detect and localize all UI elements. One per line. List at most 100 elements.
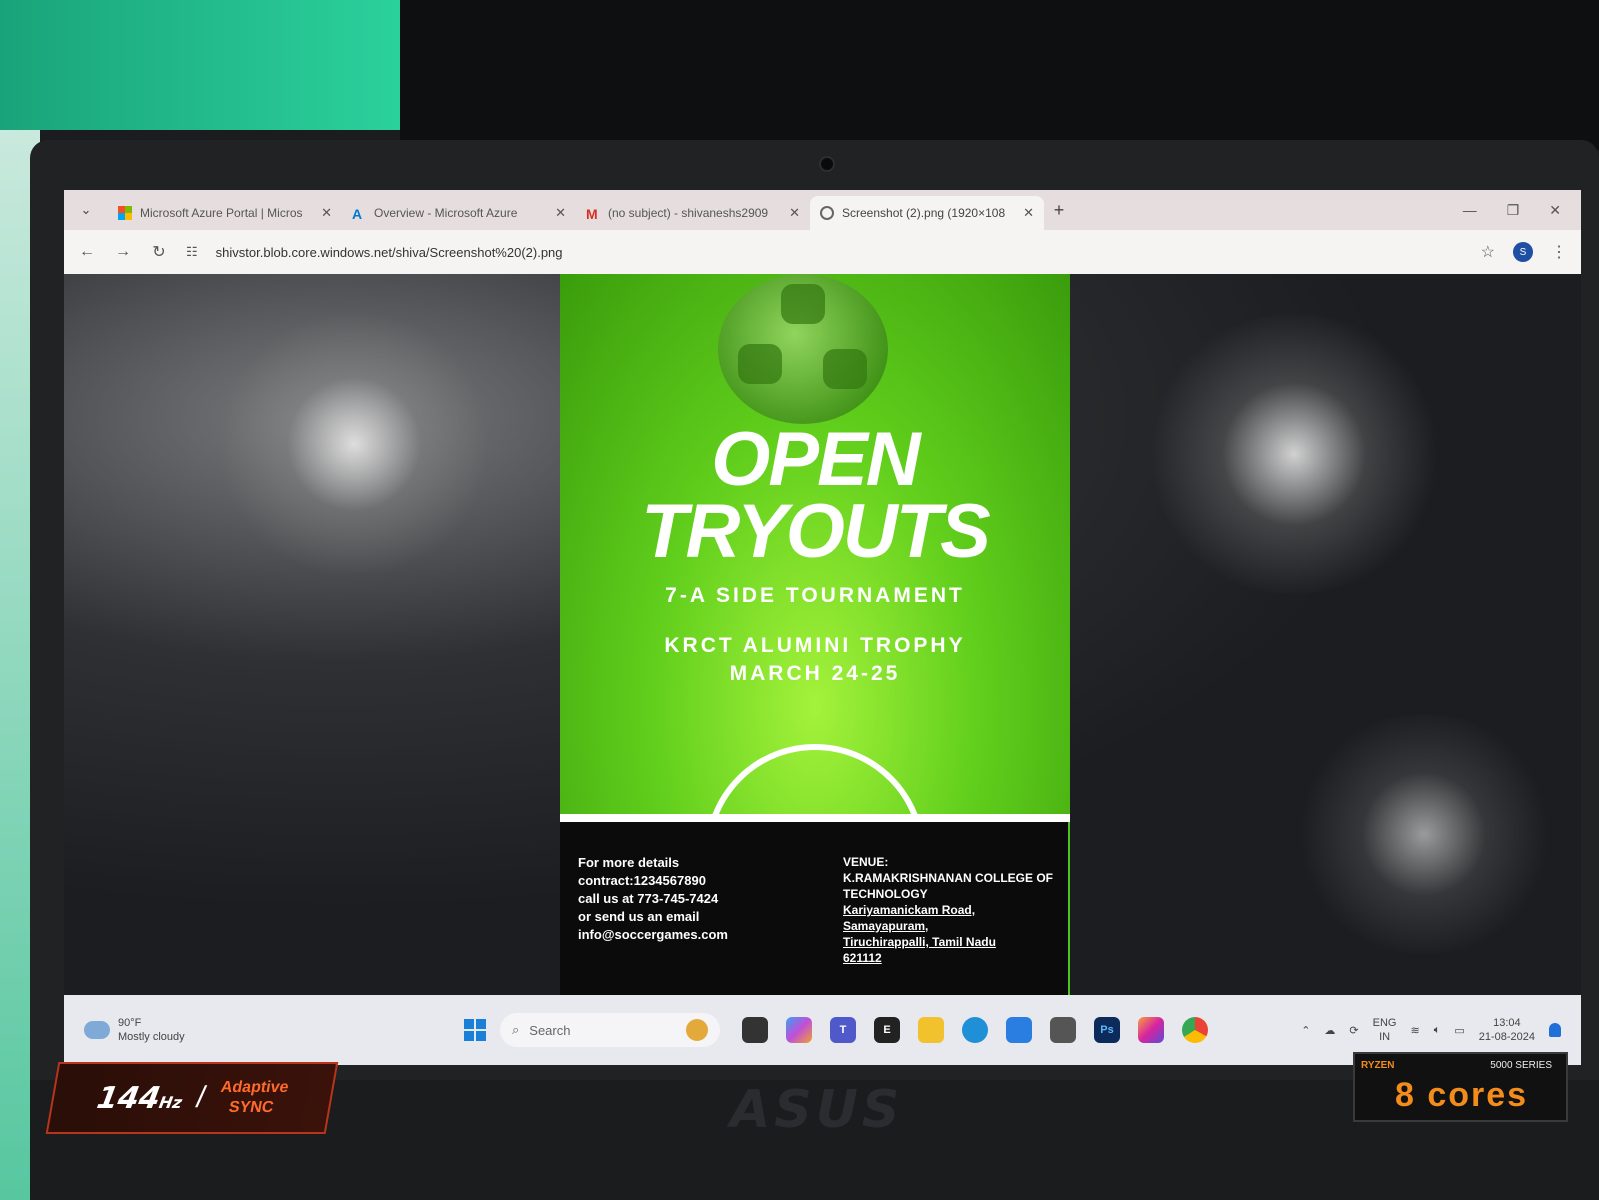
poster-divider	[560, 814, 1070, 822]
window-controls: — ❐ ✕	[1463, 202, 1581, 219]
venue-details: VENUE: K.RAMAKRISHNANAN COLLEGE OF TECHN…	[843, 854, 1065, 966]
close-icon[interactable]: ✕	[789, 205, 800, 221]
ryzen-sticker: RYZEN 5000 SERIES 8 cores	[1353, 1052, 1568, 1122]
refresh-rate-sticker: 144Hz / Adaptive SYNC	[45, 1062, 339, 1134]
tab-title: Microsoft Azure Portal | Micros	[140, 206, 303, 220]
tab-title: Screenshot (2).png (1920×108	[842, 206, 1006, 220]
volume-icon[interactable]: 🔈︎	[1434, 1024, 1441, 1037]
store-icon[interactable]	[1006, 1017, 1032, 1043]
copilot-icon[interactable]	[786, 1017, 812, 1043]
contact-line: contract:1234567890	[578, 873, 706, 888]
refresh-rate: 144Hz	[94, 1080, 184, 1116]
address-bar: ← → ↻ ☷ shivstor.blob.core.windows.net/s…	[64, 230, 1581, 274]
forward-icon[interactable]: →	[114, 243, 132, 261]
contact-line: For more details	[578, 855, 680, 870]
adaptive-sync-label: Adaptive SYNC	[219, 1079, 290, 1116]
close-icon[interactable]: ✕	[1023, 205, 1034, 221]
pinned-apps: T E Ps	[742, 1017, 1208, 1043]
browser-viewport: OPEN TRYOUTS 7-A SIDE TOURNAMENT KRCT AL…	[64, 274, 1581, 995]
reload-icon[interactable]: ↻	[150, 242, 168, 262]
venue-line: 621112	[843, 951, 882, 965]
globe-icon	[820, 206, 834, 220]
battery-icon[interactable]: ▭	[1454, 1024, 1464, 1037]
venue-line: K.RAMAKRISHNANAN COLLEGE OF TECHNOLOGY	[843, 871, 1053, 901]
tryouts-poster: OPEN TRYOUTS 7-A SIDE TOURNAMENT KRCT AL…	[560, 274, 1070, 995]
language-indicator[interactable]: ENG IN	[1373, 1016, 1397, 1044]
soccer-ball-image	[718, 274, 888, 424]
chrome-icon[interactable]	[1182, 1017, 1208, 1043]
close-icon[interactable]: ✕	[555, 205, 566, 221]
wifi-icon[interactable]: ≋	[1410, 1024, 1419, 1037]
poster-title-line2: TRYOUTS	[641, 489, 991, 574]
system-tray: ⌃ ☁ ⟳ ENG IN ≋ 🔈︎ ▭ 13:04 21-08-2024	[1301, 1016, 1561, 1044]
teams-icon[interactable]: T	[830, 1017, 856, 1043]
unity-icon[interactable]	[1050, 1017, 1076, 1043]
contact-details: For more details contract:1234567890 cal…	[578, 854, 728, 944]
poster-footer: For more details contract:1234567890 cal…	[560, 822, 1070, 995]
venue-line: Tiruchirappalli, Tamil Nadu	[843, 935, 996, 949]
tab-azure-portal[interactable]: Microsoft Azure Portal | Micros ✕	[108, 196, 342, 230]
back-icon[interactable]: ←	[78, 243, 96, 261]
lang-region: IN	[1379, 1031, 1391, 1043]
cloud-icon	[84, 1021, 110, 1039]
contact-line: call us at 773-745-7424	[578, 891, 719, 906]
ball-patch	[823, 349, 867, 389]
asus-logo: ASUS	[730, 1080, 904, 1140]
taskbar-search[interactable]: ⌕ Search	[500, 1013, 720, 1047]
venue-label: VENUE:	[843, 855, 889, 869]
new-tab-button[interactable]: +	[1044, 200, 1074, 221]
task-view-icon[interactable]	[742, 1017, 768, 1043]
epic-games-icon[interactable]: E	[874, 1017, 900, 1043]
close-icon[interactable]: ✕	[321, 205, 332, 221]
webcam	[819, 156, 835, 172]
search-highlight-icon	[686, 1019, 708, 1041]
screen-glare	[1294, 714, 1554, 954]
photoshop-icon[interactable]: Ps	[1094, 1017, 1120, 1043]
center-circle-arc	[705, 744, 925, 814]
notification-bell-icon[interactable]	[1549, 1023, 1561, 1037]
ryzen-cores: 8 cores	[1395, 1076, 1529, 1114]
menu-kebab-icon[interactable]: ⋮	[1551, 242, 1567, 262]
tab-title: (no subject) - shivaneshs2909	[608, 206, 769, 220]
bookmark-star-icon[interactable]: ☆	[1481, 242, 1495, 262]
clock-date: 21-08-2024	[1478, 1031, 1535, 1043]
clock-time: 13:04	[1493, 1017, 1521, 1029]
edge-icon[interactable]	[962, 1017, 988, 1043]
contact-line: or send us an email	[578, 909, 700, 924]
weather-temperature: 90°F	[118, 1017, 142, 1029]
microsoft-icon	[118, 206, 132, 220]
poster-subtitle: 7-A SIDE TOURNAMENT	[665, 584, 965, 607]
instagram-icon[interactable]	[1138, 1017, 1164, 1043]
browser-tab-bar: ⌄ Microsoft Azure Portal | Micros ✕ A Ov…	[64, 190, 1581, 230]
photo-scene: ⌄ Microsoft Azure Portal | Micros ✕ A Ov…	[0, 0, 1599, 1200]
tab-search-chevron-icon[interactable]: ⌄	[64, 202, 108, 218]
tray-chevron-icon[interactable]: ⌃	[1301, 1024, 1310, 1037]
tab-azure-overview[interactable]: A Overview - Microsoft Azure ✕	[342, 196, 576, 230]
site-info-icon[interactable]: ☷	[186, 244, 198, 260]
onedrive-icon[interactable]: ☁	[1324, 1024, 1335, 1037]
restore-icon[interactable]: ❐	[1507, 202, 1520, 219]
weather-description: Mostly cloudy	[118, 1031, 185, 1043]
tab-screenshot[interactable]: Screenshot (2).png (1920×108 ✕	[810, 196, 1044, 230]
background-banner	[0, 0, 400, 130]
screen-glare	[214, 314, 494, 574]
clock[interactable]: 13:04 21-08-2024	[1479, 1016, 1535, 1044]
ryzen-series: 5000 SERIES	[1490, 1060, 1552, 1071]
close-window-icon[interactable]: ✕	[1549, 202, 1561, 219]
tab-title: Overview - Microsoft Azure	[374, 206, 518, 220]
profile-avatar[interactable]: S	[1513, 242, 1533, 262]
lang-code: ENG	[1372, 1017, 1397, 1029]
poster-trophy: KRCT ALUMINI TROPHY	[664, 634, 966, 657]
sync-icon[interactable]: ⟳	[1349, 1024, 1358, 1037]
tab-gmail[interactable]: M (no subject) - shivaneshs2909 ✕	[576, 196, 810, 230]
laptop-screen: ⌄ Microsoft Azure Portal | Micros ✕ A Ov…	[64, 190, 1581, 1065]
ball-patch	[781, 284, 825, 324]
search-icon: ⌕	[512, 1022, 520, 1037]
weather-widget[interactable]: 90°F Mostly cloudy	[84, 1016, 464, 1044]
url-field[interactable]: shivstor.blob.core.windows.net/shiva/Scr…	[216, 245, 1463, 260]
minimize-icon[interactable]: —	[1463, 202, 1477, 219]
windows-start-icon[interactable]	[464, 1019, 486, 1041]
background-dark	[400, 0, 1599, 150]
venue-line: Kariyamanickam Road,	[843, 903, 976, 917]
file-explorer-icon[interactable]	[918, 1017, 944, 1043]
